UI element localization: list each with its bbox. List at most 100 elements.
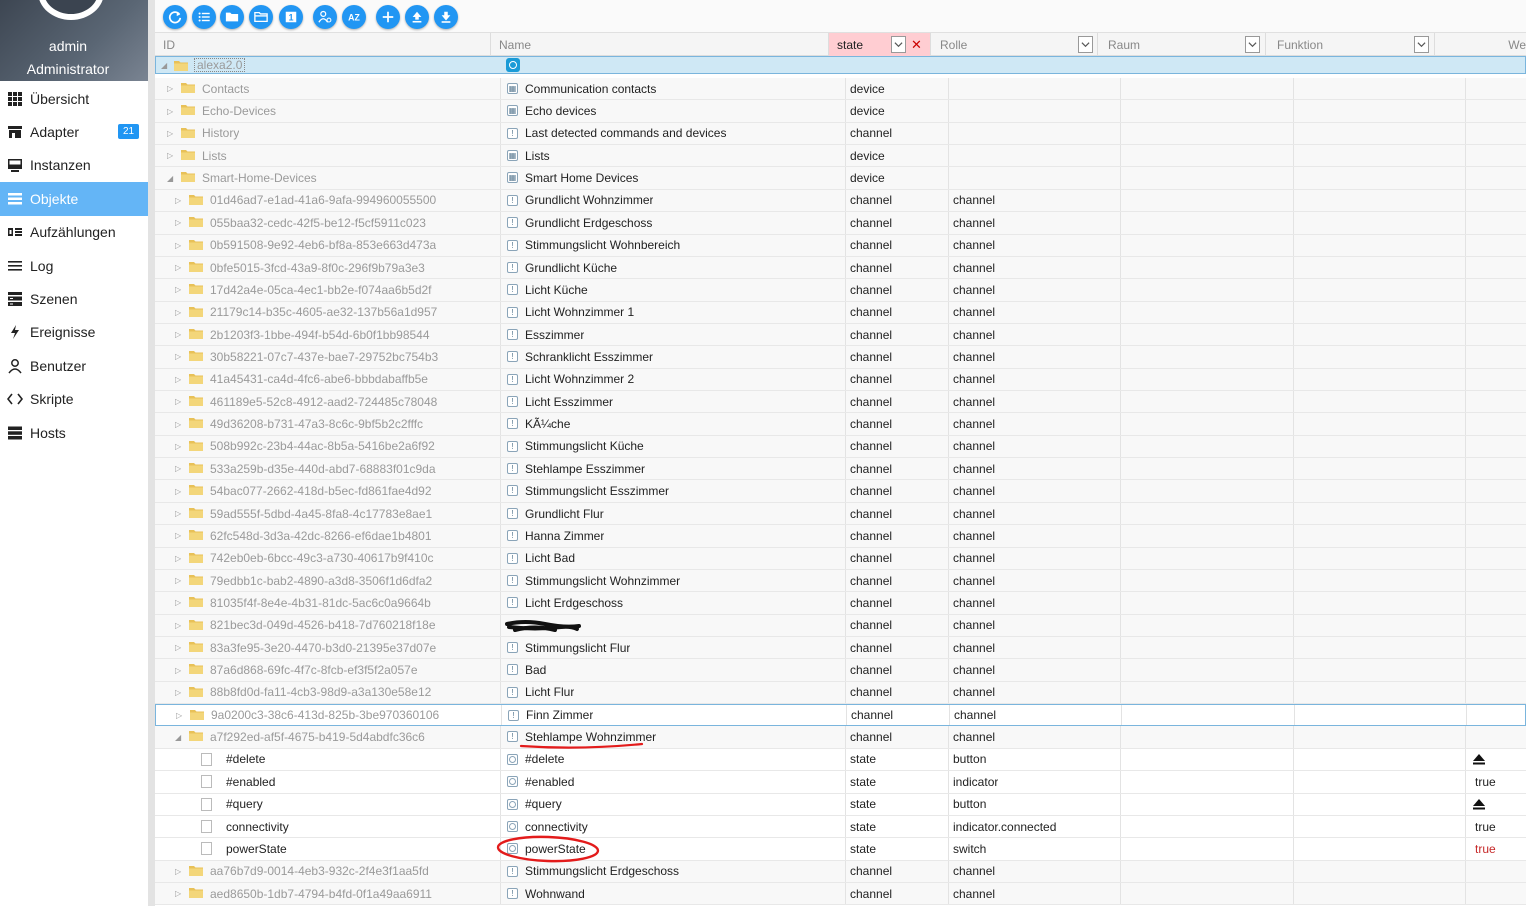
expand-arrow-icon[interactable]: ▷ xyxy=(167,123,173,144)
expand-arrow-icon[interactable]: ◢ xyxy=(161,57,167,73)
tree-row-root[interactable]: ◢ alexa2.0 xyxy=(155,56,1526,74)
state-row[interactable]: #delete #delete state button xyxy=(155,748,1526,772)
tree-row[interactable]: ▷ 821bec3d-049d-4526-b418-7d760218f18e cha… xyxy=(155,614,1526,637)
clear-filter-icon[interactable]: ✕ xyxy=(909,36,924,53)
tree-row[interactable]: ▷ 49d36208-b731-47a3-8c6c-9bf5b2c2fffc! KÃ… xyxy=(155,413,1526,436)
tree-row[interactable]: ▷ Lists ▦ Lists device xyxy=(155,145,1526,168)
tree-row[interactable]: ▷ 2b1203f3-1bbe-494f-b54d-6b0f1bb98544! Es… xyxy=(155,323,1526,347)
expand-arrow-icon[interactable]: ▷ xyxy=(175,302,181,323)
press-button-icon[interactable] xyxy=(1472,753,1486,765)
tree-row[interactable]: ▷ 83a3fe95-3e20-4470-b3d0-21395e37d07e! St… xyxy=(155,636,1526,660)
refresh-button[interactable] xyxy=(163,5,187,29)
state-row[interactable]: powerState powerState state switch true xyxy=(155,838,1526,861)
avatar[interactable] xyxy=(38,0,104,20)
expand-arrow-icon[interactable]: ▷ xyxy=(167,78,173,99)
state-row[interactable]: #enabled #enabled state indicator true xyxy=(155,771,1526,794)
role-filter-dropdown[interactable] xyxy=(1078,36,1093,53)
tree-row[interactable]: ▷ 461189e5-52c8-4912-aad2-724485c78048! Li… xyxy=(155,391,1526,414)
nav-item-2[interactable]: Instanzen xyxy=(0,149,148,182)
tree-row[interactable]: ▷ 62fc548d-3d3a-42dc-8266-ef6dae1b4801! Ha… xyxy=(155,525,1526,548)
expand-arrow-icon[interactable]: ▷ xyxy=(175,279,181,300)
type-filter-dropdown[interactable] xyxy=(891,36,906,53)
tree-row[interactable]: ▷ 055baa32-cedc-42f5-be12-f5cf5911c023! Gr… xyxy=(155,212,1526,235)
expand-arrow-icon[interactable]: ▷ xyxy=(175,659,181,680)
nav-item-4[interactable]: Aufzählungen xyxy=(0,216,148,249)
tree-row[interactable]: ▷ History! Last detected commands and devi… xyxy=(155,122,1526,146)
expand-arrow-icon[interactable]: ▷ xyxy=(175,391,181,412)
nav-item-9[interactable]: Skripte xyxy=(0,383,148,416)
expand-arrow-icon[interactable]: ▷ xyxy=(175,346,181,367)
nav-item-1[interactable]: Adapter 21 xyxy=(0,115,148,148)
expand-arrow-icon[interactable]: ▷ xyxy=(175,503,181,524)
list-view-button[interactable] xyxy=(192,5,216,29)
expand-arrow-icon[interactable]: ▷ xyxy=(175,190,181,211)
tree-row[interactable]: ▷ 21179c14-b35c-4605-ae32-137b56a1d957! Li… xyxy=(155,301,1526,324)
tree-row[interactable]: ▷ Contacts ▦ Communication contacts device xyxy=(155,78,1526,101)
expand-arrow-icon[interactable]: ▷ xyxy=(175,480,181,501)
nav-item-0[interactable]: Übersicht xyxy=(0,82,148,115)
nav-item-5[interactable]: Log xyxy=(0,249,148,282)
state-row[interactable]: #query #query state button xyxy=(155,793,1526,816)
expand-arrow-icon[interactable]: ▷ xyxy=(175,861,181,882)
sort-az-button[interactable]: AZ xyxy=(342,5,366,29)
tree-row[interactable]: ▷ 0bfe5015-3fcd-43a9-8f0c-296f9b79a3e3! Gr… xyxy=(155,256,1526,280)
tree-row[interactable]: ▷ 9a0200c3-38c6-413d-825b-3be970360106! Fi… xyxy=(155,704,1526,727)
add-button[interactable] xyxy=(376,5,400,29)
nav-item-10[interactable]: Hosts xyxy=(0,416,148,449)
expand-arrow-icon[interactable]: ▷ xyxy=(175,458,181,479)
expand-arrow-icon[interactable]: ▷ xyxy=(175,637,181,658)
expand-arrow-icon[interactable]: ▷ xyxy=(175,570,181,591)
press-button-icon[interactable] xyxy=(1472,798,1486,810)
expand-arrow-icon[interactable]: ▷ xyxy=(176,705,182,725)
expand-arrow-icon[interactable]: ▷ xyxy=(175,615,181,636)
tree-row[interactable]: ▷ aed8650b-1db7-4794-b4fd-0f1a49aa6911! Wo… xyxy=(155,882,1526,906)
expand-arrow-icon[interactable]: ▷ xyxy=(175,592,181,613)
nav-item-3[interactable]: Objekte xyxy=(0,182,148,216)
expand-arrow-icon[interactable]: ▷ xyxy=(175,883,181,904)
tree-row[interactable]: ▷ 79edbb1c-bab2-4890-a3d8-3506f1d6dfa2! St… xyxy=(155,569,1526,593)
expand-arrow-icon[interactable]: ▷ xyxy=(175,369,181,390)
expand-arrow-icon[interactable]: ▷ xyxy=(175,212,181,233)
type-filter[interactable]: state ✕ xyxy=(829,33,931,56)
state-row[interactable]: connectivity connectivity state indicator.c… xyxy=(155,815,1526,839)
tree-row[interactable]: ◢ a7f292ed-af5f-4675-b419-5d4abdfc36c6! St… xyxy=(155,726,1526,749)
function-filter-dropdown[interactable] xyxy=(1414,36,1429,53)
tree-row[interactable]: ◢ Smart-Home-Devices ▦ Smart Home Devices de… xyxy=(155,167,1526,190)
expand-arrow-icon[interactable]: ▷ xyxy=(175,235,181,256)
download-button[interactable] xyxy=(434,5,458,29)
tree-row[interactable]: ▷ 17d42a4e-05ca-4ec1-bb2e-f074aa6b5d2f! Li… xyxy=(155,279,1526,302)
room-filter[interactable]: Raum xyxy=(1100,33,1266,56)
tree-row[interactable]: ▷ 533a259b-d35e-440d-abd7-68883f01c9da! St… xyxy=(155,458,1526,481)
collapse-arrow-icon[interactable]: ◢ xyxy=(175,726,181,747)
tree-row[interactable]: ▷ 508b992c-23b4-44ac-8b5a-5416be2a6f92! St… xyxy=(155,435,1526,459)
object-value[interactable]: true xyxy=(1475,816,1496,837)
tree-row[interactable]: ▷ 742eb0eb-6bcc-49c3-a730-40617b9f410c! Li… xyxy=(155,547,1526,570)
counter-button[interactable]: 1 xyxy=(279,5,303,29)
role-filter[interactable]: Rolle xyxy=(932,33,1098,56)
tree-row[interactable]: ▷ 59ad555f-5dbd-4a45-8fa8-4c17783e8ae1! Gr… xyxy=(155,502,1526,526)
tree-row[interactable]: ▷ 41a45431-ca4d-4fc6-abe6-bbbdabaffb5e! Li… xyxy=(155,368,1526,392)
room-filter-dropdown[interactable] xyxy=(1245,36,1260,53)
collapse-arrow-icon[interactable]: ◢ xyxy=(167,167,173,188)
user-config-button[interactable] xyxy=(313,5,337,29)
expand-arrow-icon[interactable]: ▷ xyxy=(167,145,173,166)
tree-row[interactable]: ▷ 87a6d868-69fc-4f7c-8fcb-ef3f5f2a057e! Ba… xyxy=(155,659,1526,682)
tree-row[interactable]: ▷ 30b58221-07c7-437e-bae7-29752bc754b3! Sc… xyxy=(155,346,1526,369)
nav-item-8[interactable]: Benutzer xyxy=(0,349,148,382)
tree-row[interactable]: ▷ 88b8fd0d-fa11-4cb3-98d9-a3a130e58e12! Li… xyxy=(155,681,1526,705)
expand-arrow-icon[interactable]: ▷ xyxy=(175,525,181,546)
expand-arrow-icon[interactable]: ▷ xyxy=(175,436,181,457)
tree-row[interactable]: ▷ 01d46ad7-e1ad-41a6-9afa-994960055500! Gr… xyxy=(155,189,1526,213)
object-value[interactable]: true xyxy=(1475,838,1496,859)
folder-collapse-button[interactable] xyxy=(220,5,244,29)
tree-row[interactable]: ▷ 0b591508-9e92-4eb6-bf8a-853e663d473a! St… xyxy=(155,234,1526,257)
tree-row[interactable]: ▷ Echo-Devices ▦ Echo devices device xyxy=(155,100,1526,123)
name-filter[interactable]: Name xyxy=(491,33,829,56)
expand-arrow-icon[interactable]: ▷ xyxy=(175,413,181,434)
id-filter[interactable]: ID xyxy=(155,33,491,56)
tree-row[interactable]: ▷ aa76b7d9-0014-4eb3-932c-2f4e3f1aa5fd! St… xyxy=(155,860,1526,883)
nav-item-7[interactable]: Ereignisse xyxy=(0,316,148,349)
tree-row[interactable]: ▷ 81035f4f-8e4e-4b31-81dc-5ac6c0a9664b! Li… xyxy=(155,592,1526,615)
expand-arrow-icon[interactable]: ▷ xyxy=(175,548,181,569)
function-filter[interactable]: Funktion xyxy=(1269,33,1435,56)
